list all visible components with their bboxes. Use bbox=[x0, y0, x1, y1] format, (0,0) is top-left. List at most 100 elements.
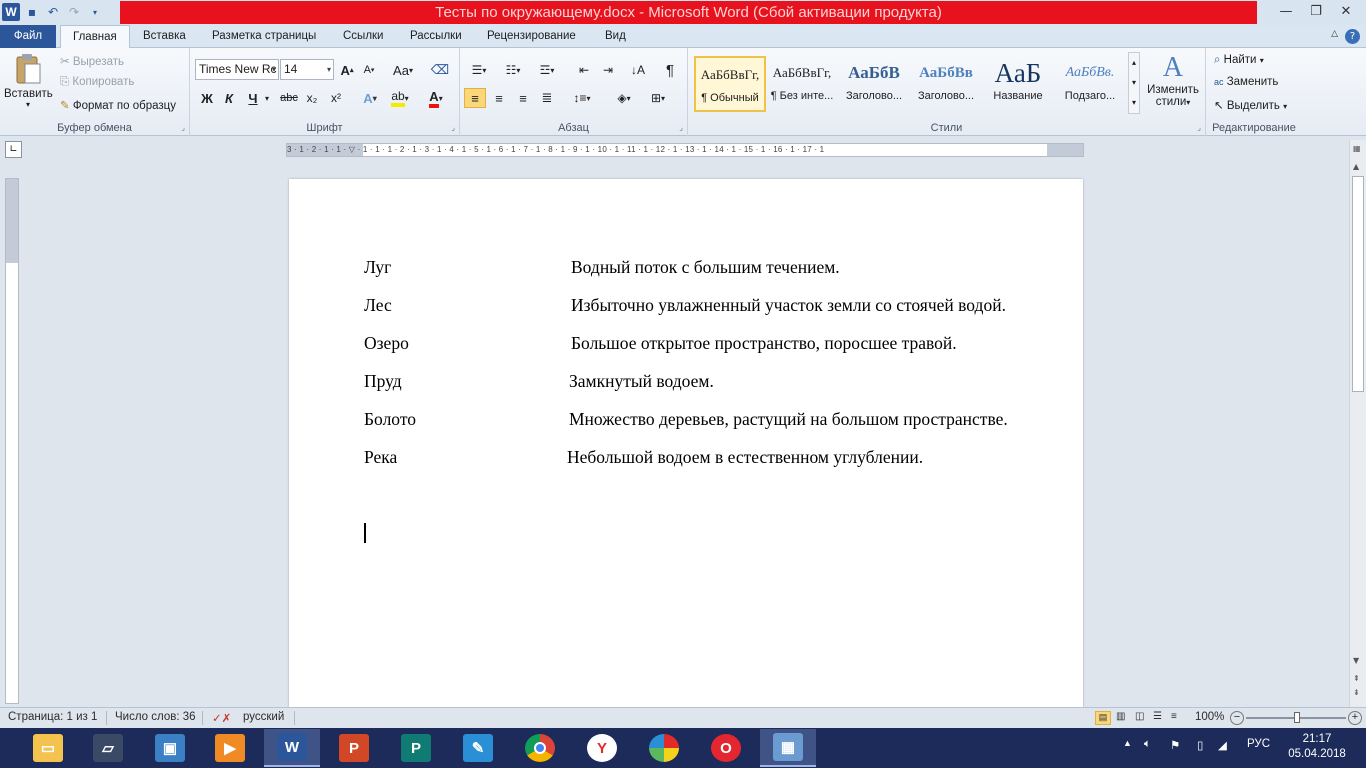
document-page[interactable]: Луг Водный поток с большим течением. Лес… bbox=[289, 179, 1083, 707]
taskbar-video[interactable]: ▶ bbox=[202, 729, 258, 767]
zoom-out-button[interactable]: − bbox=[1230, 711, 1244, 725]
style-heading-2[interactable]: АаБбВв Заголово... bbox=[910, 56, 982, 112]
word-count[interactable]: Число слов: 36 bbox=[115, 711, 196, 723]
align-left-icon[interactable]: ≡ bbox=[464, 88, 486, 108]
bold-button[interactable]: Ж bbox=[198, 88, 216, 108]
align-center-icon[interactable]: ≡ bbox=[488, 88, 510, 108]
web-layout-icon[interactable]: ◫ bbox=[1135, 711, 1144, 722]
zoom-slider-thumb[interactable] bbox=[1294, 712, 1300, 723]
vertical-scrollbar[interactable]: ▦ ▲ ▼ ⇞ ⇟ bbox=[1349, 140, 1366, 708]
decrease-indent-icon[interactable]: ⇤ bbox=[574, 60, 594, 80]
flag-icon[interactable]: ⚑ bbox=[1170, 738, 1180, 752]
ruler-toggle-icon[interactable]: ▦ bbox=[1353, 144, 1361, 153]
dialog-launcher-icon[interactable]: ⌟ bbox=[679, 123, 683, 132]
undo-icon[interactable]: ↶ bbox=[44, 3, 62, 21]
shading-icon[interactable]: ◈ ▾ bbox=[610, 88, 638, 108]
styles-scroll[interactable]: ▴ ▾ ▾ bbox=[1128, 52, 1140, 114]
help-icon[interactable]: ? bbox=[1345, 29, 1360, 44]
tab-selector-icon[interactable]: ∟ bbox=[5, 141, 22, 158]
select-button[interactable]: ↖ Выделить ▾ bbox=[1214, 98, 1287, 112]
bullets-icon[interactable]: ☰ ▾ bbox=[466, 60, 492, 80]
paste-button[interactable]: Вставить ▾ bbox=[4, 52, 53, 109]
close-icon[interactable]: ✕ bbox=[1332, 2, 1360, 20]
word-logo-icon[interactable]: W bbox=[2, 3, 20, 21]
tab-insert[interactable]: Вставка bbox=[143, 25, 186, 48]
copy-button[interactable]: ⎘ Копировать bbox=[60, 76, 134, 89]
spellcheck-icon[interactable]: ✓✗ bbox=[212, 711, 231, 725]
taskbar-laptop[interactable]: ▱ bbox=[80, 729, 136, 767]
taskbar-chrome[interactable] bbox=[512, 729, 568, 767]
shrink-font-button[interactable]: A ▾ bbox=[360, 60, 378, 80]
taskbar-paint[interactable] bbox=[636, 729, 692, 767]
underline-button[interactable]: Ч bbox=[244, 88, 262, 108]
taskbar-word[interactable]: W bbox=[264, 729, 320, 767]
restore-icon[interactable]: ❐ bbox=[1302, 2, 1330, 20]
superscript-button[interactable]: x² bbox=[326, 88, 346, 108]
input-language[interactable]: РУС bbox=[1247, 738, 1270, 750]
scroll-up-icon[interactable]: ▲ bbox=[1353, 162, 1359, 171]
language[interactable]: русский bbox=[243, 711, 284, 723]
horizontal-ruler[interactable]: 3 · 1 · 2 · 1 · 1 · ▽ · 1 · 1 · 1 · 2 · … bbox=[286, 143, 1084, 157]
phone-icon[interactable]: ▯ bbox=[1197, 738, 1203, 752]
strikethrough-button[interactable]: abc bbox=[278, 88, 300, 108]
find-button[interactable]: ⌕ Найти ▾ bbox=[1214, 54, 1264, 67]
taskbar-powerpoint[interactable]: P bbox=[326, 729, 382, 767]
tab-page-layout[interactable]: Разметка страницы bbox=[212, 25, 316, 48]
font-family-select[interactable]: Times New Rc ▾ bbox=[195, 59, 279, 80]
line-spacing-icon[interactable]: ↕≡ ▾ bbox=[568, 88, 596, 108]
network-icon[interactable]: ◢ bbox=[1218, 738, 1227, 752]
tab-home[interactable]: Главная bbox=[60, 25, 130, 49]
multilevel-list-icon[interactable]: ☲ ▾ bbox=[534, 60, 560, 80]
scroll-thumb[interactable] bbox=[1352, 176, 1364, 392]
previous-page-icon[interactable]: ⇞ bbox=[1353, 674, 1360, 683]
taskbar-photos[interactable]: ▦ bbox=[760, 729, 816, 767]
scroll-down-icon[interactable]: ▼ bbox=[1353, 656, 1359, 665]
subscript-button[interactable]: x₂ bbox=[302, 88, 322, 108]
style-normal[interactable]: АаБбВвГг, ¶ Обычный bbox=[694, 56, 766, 112]
zoom-in-button[interactable]: + bbox=[1348, 711, 1362, 725]
dialog-launcher-icon[interactable]: ⌟ bbox=[451, 123, 455, 132]
cut-button[interactable]: ✂ Вырезать bbox=[60, 54, 124, 68]
increase-indent-icon[interactable]: ⇥ bbox=[598, 60, 618, 80]
tab-file[interactable]: Файл bbox=[0, 25, 56, 48]
style-subtitle[interactable]: АаБбВв. Подзаго... bbox=[1054, 56, 1126, 112]
customize-icon[interactable]: ▾ bbox=[86, 3, 104, 21]
text-effects-icon[interactable]: A ▾ bbox=[358, 88, 382, 108]
tray-expand-icon[interactable]: ▲ bbox=[1123, 738, 1132, 748]
sort-icon[interactable]: ↓A bbox=[628, 60, 648, 80]
dialog-launcher-icon[interactable]: ⌟ bbox=[1197, 123, 1201, 132]
borders-icon[interactable]: ⊞ ▾ bbox=[644, 88, 672, 108]
taskbar-publisher[interactable]: P bbox=[388, 729, 444, 767]
change-styles-button[interactable]: A Изменить стили▾ bbox=[1144, 52, 1202, 108]
taskbar-app[interactable]: ▣ bbox=[142, 729, 198, 767]
volume-icon[interactable]: 🔈︎ bbox=[1144, 738, 1151, 751]
tab-references[interactable]: Ссылки bbox=[343, 25, 384, 48]
dialog-launcher-icon[interactable]: ⌟ bbox=[181, 123, 185, 132]
minimize-icon[interactable]: — bbox=[1272, 2, 1300, 20]
clock[interactable]: 21:17 05.04.2018 bbox=[1287, 732, 1347, 762]
taskbar-file-explorer[interactable]: ▭ bbox=[20, 729, 76, 767]
align-right-icon[interactable]: ≡ bbox=[512, 88, 534, 108]
font-size-select[interactable]: 14 ▾ bbox=[280, 59, 334, 80]
replace-button[interactable]: ac Заменить bbox=[1214, 76, 1278, 88]
save-icon[interactable]: ▪ bbox=[23, 3, 41, 21]
taskbar-opera[interactable]: O bbox=[698, 729, 754, 767]
outline-icon[interactable]: ☰ bbox=[1153, 711, 1162, 722]
show-marks-button[interactable]: ¶ bbox=[660, 60, 680, 80]
format-painter-button[interactable]: ✎ Формат по образцу bbox=[60, 98, 176, 112]
minimize-ribbon-icon[interactable]: △ bbox=[1331, 29, 1338, 39]
vertical-ruler[interactable] bbox=[5, 178, 19, 704]
zoom-level[interactable]: 100% bbox=[1195, 711, 1224, 723]
change-case-button[interactable]: Aa ▾ bbox=[390, 60, 416, 80]
highlight-icon[interactable]: ab ▾ bbox=[386, 88, 414, 108]
taskbar-yandex[interactable]: Y bbox=[574, 729, 630, 767]
chevron-down-icon[interactable]: ▾ bbox=[262, 88, 272, 108]
italic-button[interactable]: К bbox=[220, 88, 238, 108]
grow-font-button[interactable]: A ▴ bbox=[338, 60, 356, 80]
page-count[interactable]: Страница: 1 из 1 bbox=[8, 711, 97, 723]
numbering-icon[interactable]: ☷ ▾ bbox=[500, 60, 526, 80]
tab-mailings[interactable]: Рассылки bbox=[410, 25, 462, 48]
tab-view[interactable]: Вид bbox=[605, 25, 626, 48]
redo-icon[interactable]: ↷ bbox=[65, 3, 83, 21]
taskbar-notepad[interactable]: ✎ bbox=[450, 729, 506, 767]
